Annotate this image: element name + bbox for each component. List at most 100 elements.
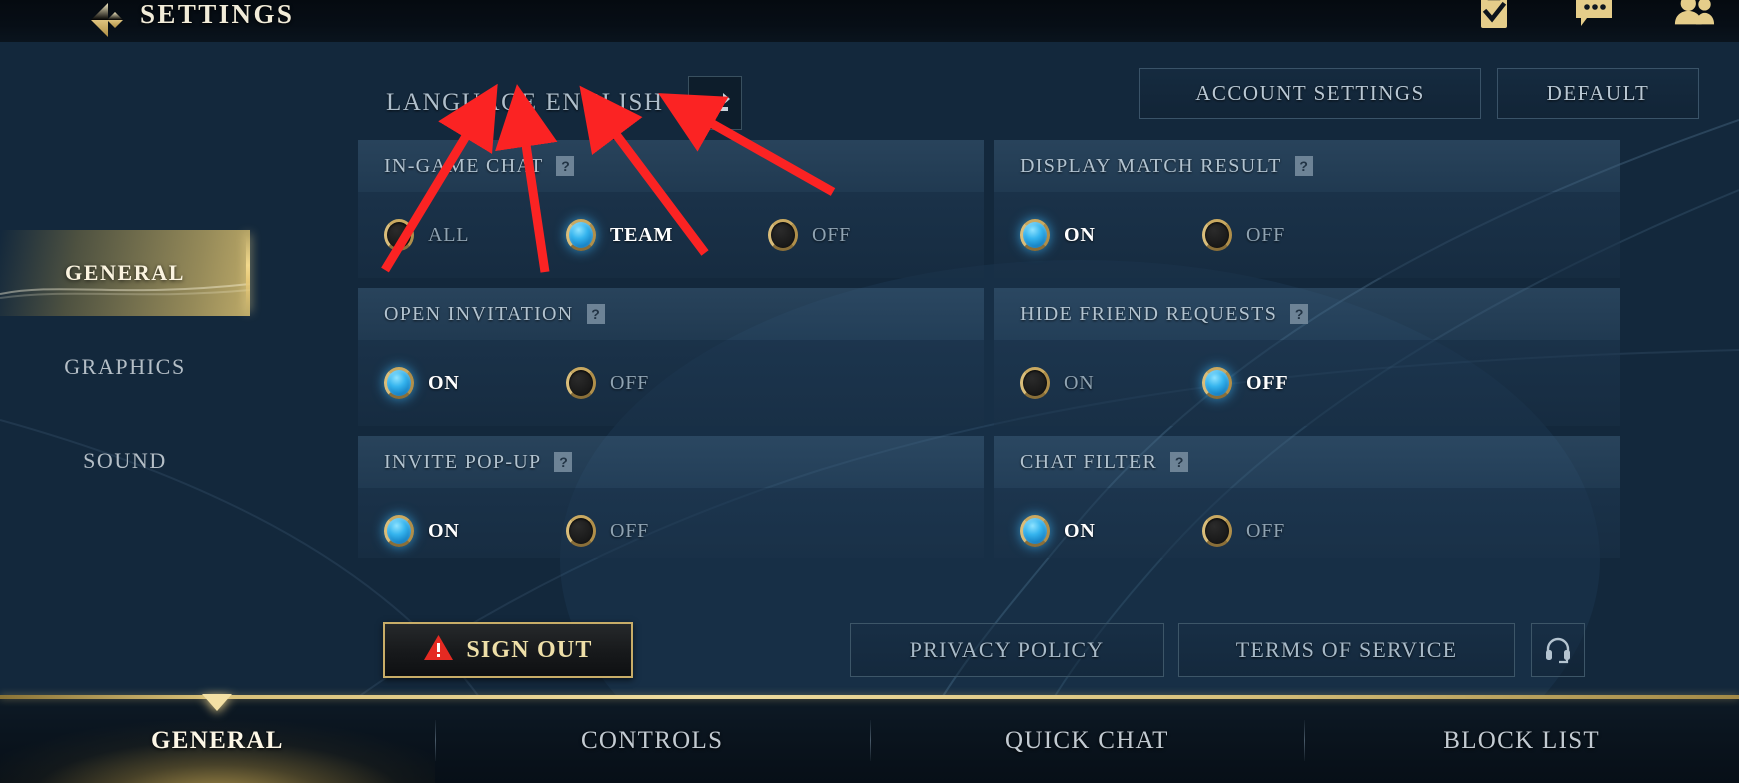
swap-arrows-icon[interactable]: [687, 76, 742, 130]
setting-card-invite-pop-up: INVITE POP-UP ? ON OFF: [358, 436, 984, 558]
radio-label: OFF: [1246, 519, 1286, 542]
help-icon[interactable]: ?: [1294, 156, 1313, 176]
card-header: IN-GAME CHAT ?: [358, 140, 984, 192]
radio-label: TEAM: [610, 223, 674, 246]
radio-option-on[interactable]: ON: [1020, 367, 1202, 399]
sign-out-button[interactable]: SIGN OUT: [383, 622, 633, 678]
help-icon[interactable]: ?: [1170, 452, 1189, 472]
card-body: ALL TEAM OFF: [358, 192, 984, 278]
radio-indicator[interactable]: [566, 219, 596, 251]
card-body: ON OFF: [358, 488, 984, 558]
radio-indicator[interactable]: [566, 515, 596, 547]
card-title: INVITE POP-UP: [384, 450, 542, 473]
setting-card-hide-friend-requests: HIDE FRIEND REQUESTS ? ON OFF: [994, 288, 1620, 426]
privacy-policy-button[interactable]: PRIVACY POLICY: [850, 623, 1164, 677]
sidebar-item-graphics[interactable]: GRAPHICS: [0, 324, 250, 410]
settings-sidebar: GENERAL GRAPHICS SOUND: [0, 230, 250, 504]
radio-option-on[interactable]: ON: [1020, 219, 1202, 251]
card-header: CHAT FILTER ?: [994, 436, 1620, 488]
back-button[interactable]: [82, 0, 134, 46]
card-title: IN-GAME CHAT: [384, 154, 544, 177]
radio-indicator[interactable]: [384, 367, 414, 399]
action-button-row: SIGN OUT PRIVACY POLICY TERMS OF SERVICE: [0, 622, 1739, 686]
radio-indicator[interactable]: [1020, 219, 1050, 251]
tab-controls[interactable]: CONTROLS: [434, 698, 870, 783]
radio-option-team[interactable]: TEAM: [566, 219, 768, 251]
radio-label: ON: [1064, 519, 1096, 542]
radio-indicator[interactable]: [1202, 219, 1232, 251]
sidebar-item-sound[interactable]: SOUND: [0, 418, 250, 504]
tab-label: CONTROLS: [580, 726, 724, 754]
radio-indicator[interactable]: [1020, 515, 1050, 547]
radio-label: OFF: [610, 519, 650, 542]
radio-option-on[interactable]: ON: [1020, 515, 1202, 547]
help-icon[interactable]: ?: [556, 156, 575, 176]
card-header: OPEN INVITATION ?: [358, 288, 984, 340]
help-icon[interactable]: ?: [1290, 304, 1309, 324]
radio-option-off[interactable]: OFF: [1202, 219, 1285, 251]
chat-bubble-icon[interactable]: [1573, 0, 1615, 32]
radio-label: ON: [428, 519, 460, 542]
top-header-bar: SETTINGS: [0, 0, 1739, 42]
radio-indicator[interactable]: [1020, 367, 1050, 399]
card-body: ON OFF: [994, 340, 1620, 426]
tab-quick-chat[interactable]: QUICK CHAT: [869, 698, 1305, 783]
card-title: DISPLAY MATCH RESULT: [1020, 154, 1282, 177]
radio-label: ALL: [428, 223, 470, 246]
radio-indicator[interactable]: [1202, 515, 1232, 547]
card-header: INVITE POP-UP ?: [358, 436, 984, 488]
setting-card-open-invitation: OPEN INVITATION ? ON OFF: [358, 288, 984, 426]
friends-icon[interactable]: [1673, 0, 1715, 32]
header-icon-group: [1473, 0, 1715, 32]
default-button[interactable]: DEFAULT: [1497, 68, 1699, 119]
card-body: ON OFF: [358, 340, 984, 426]
terms-of-service-button[interactable]: TERMS OF SERVICE: [1178, 623, 1515, 677]
headset-support-icon[interactable]: [1531, 623, 1585, 677]
card-title: HIDE FRIEND REQUESTS: [1020, 302, 1278, 325]
card-header: HIDE FRIEND REQUESTS ?: [994, 288, 1620, 340]
warning-triangle-icon: [423, 634, 454, 666]
setting-card-chat-filter: CHAT FILTER ? ON OFF: [994, 436, 1620, 558]
radio-label: OFF: [610, 371, 650, 394]
sign-out-label: SIGN OUT: [466, 636, 593, 663]
radio-label: OFF: [1246, 371, 1289, 394]
radio-option-off[interactable]: OFF: [566, 515, 649, 547]
top-right-button-group: ACCOUNT SETTINGS DEFAULT: [1139, 68, 1699, 119]
setting-card-in-game-chat: IN-GAME CHAT ? ALL TEAM OFF: [358, 140, 984, 278]
missions-checklist-icon[interactable]: [1473, 0, 1515, 32]
radio-label: ON: [1064, 223, 1096, 246]
radio-option-off[interactable]: OFF: [1202, 515, 1285, 547]
setting-card-display-match-result: DISPLAY MATCH RESULT ? ON OFF: [994, 140, 1620, 278]
tab-label: GENERAL: [151, 726, 284, 754]
radio-indicator[interactable]: [566, 367, 596, 399]
page-title: SETTINGS: [140, 0, 295, 29]
sidebar-item-label: SOUND: [83, 448, 167, 473]
sidebar-item-label: GRAPHICS: [64, 354, 186, 379]
radio-option-off[interactable]: OFF: [1202, 367, 1288, 399]
active-tab-chevron-icon: [202, 694, 233, 711]
radio-indicator[interactable]: [384, 515, 414, 547]
tab-general[interactable]: GENERAL: [0, 694, 435, 783]
language-row: LANGUAGE ENGLISH: [386, 76, 742, 130]
tab-label: BLOCK LIST: [1443, 726, 1600, 754]
radio-option-on[interactable]: ON: [384, 515, 566, 547]
radio-option-off[interactable]: OFF: [768, 219, 851, 251]
help-icon[interactable]: ?: [586, 304, 605, 324]
radio-label: ON: [1064, 371, 1095, 394]
tab-block-list[interactable]: BLOCK LIST: [1304, 698, 1739, 783]
radio-option-on[interactable]: ON: [384, 367, 566, 399]
radio-option-off[interactable]: OFF: [566, 367, 649, 399]
radio-indicator[interactable]: [384, 219, 414, 251]
radio-indicator[interactable]: [1202, 367, 1232, 399]
card-header: DISPLAY MATCH RESULT ?: [994, 140, 1620, 192]
card-title: OPEN INVITATION: [384, 302, 574, 325]
radio-indicator[interactable]: [768, 219, 798, 251]
sidebar-item-general[interactable]: GENERAL: [0, 230, 250, 316]
account-settings-button[interactable]: ACCOUNT SETTINGS: [1139, 68, 1481, 119]
bottom-tab-bar: GENERAL CONTROLS QUICK CHAT BLOCK LIST: [0, 694, 1739, 783]
language-label: LANGUAGE ENGLISH: [386, 89, 664, 116]
sidebar-item-label: GENERAL: [65, 260, 185, 285]
help-icon[interactable]: ?: [554, 452, 573, 472]
radio-option-all[interactable]: ALL: [384, 219, 566, 251]
radio-label: ON: [428, 371, 460, 394]
